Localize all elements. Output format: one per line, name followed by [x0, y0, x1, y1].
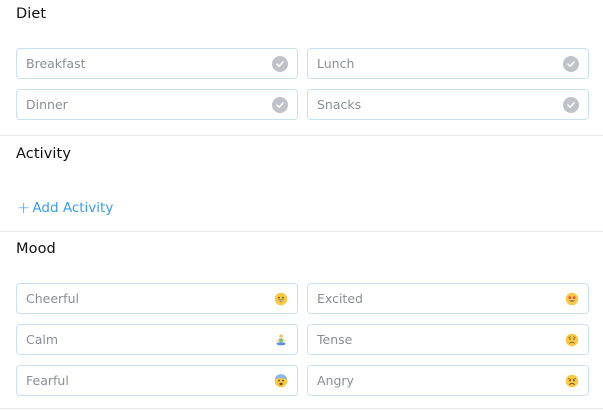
- mood-options-grid: Cheerful Excited Calm Tense Fearful Angr…: [16, 283, 589, 396]
- diet-option-breakfast[interactable]: Breakfast: [16, 48, 298, 79]
- check-circle-icon: [272, 96, 288, 113]
- mood-option-fearful[interactable]: Fearful: [16, 365, 298, 396]
- grinning-face-icon: [274, 292, 288, 306]
- plus-icon: +: [17, 198, 31, 217]
- mood-option-cheerful[interactable]: Cheerful: [16, 283, 298, 314]
- mood-section-title: Mood: [16, 241, 56, 257]
- angry-face-icon: [565, 374, 579, 388]
- mood-option-label: Calm: [26, 332, 59, 347]
- mood-option-excited[interactable]: Excited: [307, 283, 589, 314]
- worried-face-icon: [565, 333, 579, 347]
- diet-option-label: Snacks: [317, 97, 362, 112]
- diet-option-label: Lunch: [317, 56, 355, 71]
- diet-option-lunch[interactable]: Lunch: [307, 48, 589, 79]
- section-divider: [0, 135, 603, 136]
- mood-option-label: Excited: [317, 291, 363, 306]
- diet-option-label: Breakfast: [26, 56, 86, 71]
- section-divider: [0, 231, 603, 232]
- star-struck-face-icon: [565, 292, 579, 306]
- activity-section-title: Activity: [16, 146, 72, 162]
- check-circle-icon: [563, 96, 579, 113]
- section-divider: [0, 408, 603, 409]
- meditating-person-icon: [274, 333, 288, 347]
- mood-option-angry[interactable]: Angry: [307, 365, 589, 396]
- diet-section-title: Diet: [16, 6, 47, 22]
- diet-options-grid: Breakfast Lunch Dinner Snacks: [16, 48, 589, 120]
- fearful-face-icon: [274, 373, 288, 388]
- mood-option-label: Angry: [317, 373, 354, 388]
- diet-option-label: Dinner: [26, 97, 68, 112]
- mood-option-tense[interactable]: Tense: [307, 324, 589, 355]
- diet-option-dinner[interactable]: Dinner: [16, 89, 298, 120]
- check-circle-icon: [563, 55, 579, 72]
- mood-option-calm[interactable]: Calm: [16, 324, 298, 355]
- check-circle-icon: [272, 55, 288, 72]
- diet-option-snacks[interactable]: Snacks: [307, 89, 589, 120]
- mood-option-label: Cheerful: [26, 291, 79, 306]
- mood-option-label: Fearful: [26, 373, 69, 388]
- daily-log-form: Diet Breakfast Lunch Dinner Snacks Activ…: [0, 0, 603, 411]
- mood-option-label: Tense: [317, 332, 353, 347]
- add-activity-label: Add Activity: [32, 200, 114, 216]
- add-activity-button[interactable]: + Add Activity: [17, 198, 114, 217]
